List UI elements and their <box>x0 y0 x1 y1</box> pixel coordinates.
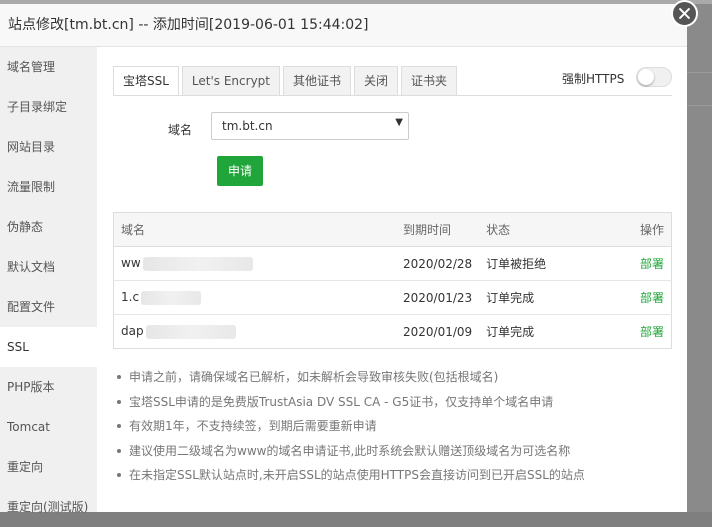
table-row: dap 2020/01/09 订单完成 部署 <box>114 315 672 349</box>
cert-table: 域名 到期时间 状态 操作 ww 2020/02/28 订单被拒绝 部署 1.c… <box>113 212 672 349</box>
table-header-row: 域名 到期时间 状态 操作 <box>113 212 672 247</box>
domain-text: dap <box>121 324 144 339</box>
row-domain: 1.c <box>113 280 396 315</box>
sidebar: 域名管理 子目录绑定 网站目录 流量限制 伪静态 默认文档 配置文件 SSL P… <box>0 47 97 514</box>
sidebar-item-site-dir[interactable]: 网站目录 <box>0 127 97 167</box>
sidebar-item-traffic-limit[interactable]: 流量限制 <box>0 167 97 207</box>
bullet-icon <box>117 399 121 404</box>
row-status: 订单完成 <box>486 325 535 339</box>
sidebar-item-redirect-beta[interactable]: 重定向(测试版) <box>0 487 97 527</box>
tip-text: 宝塔SSL申请的是免费版TrustAsia DV SSL CA - G5证书，仅… <box>129 394 554 409</box>
row-status: 订单完成 <box>479 280 606 315</box>
domain-text: ww <box>121 256 141 271</box>
sidebar-item-config-file[interactable]: 配置文件 <box>0 287 97 327</box>
redacted-blur <box>142 256 253 271</box>
row-action: 部署 <box>605 280 672 315</box>
sidebar-item-ssl[interactable]: SSL <box>0 327 97 367</box>
tab-other-cert[interactable]: 其他证书 <box>283 66 352 95</box>
bullet-icon <box>117 375 121 379</box>
tab-divider <box>113 95 672 96</box>
header-domain: 域名 <box>113 212 396 247</box>
ssl-panel: 宝塔SSL Let's Encrypt 其他证书 关闭 证书夹 强制HTTPS … <box>97 47 687 512</box>
sidebar-item-tomcat[interactable]: Tomcat <box>0 407 97 447</box>
bullet-icon <box>117 448 121 453</box>
sidebar-item-subdir-bind[interactable]: 子目录绑定 <box>0 87 97 127</box>
tip-item: 在未指定SSL默认站点时,未开启SSL的站点使用HTTPS会直接访问到已开启SS… <box>117 463 585 488</box>
bullet-icon <box>117 473 121 477</box>
deploy-link[interactable]: 部署 <box>640 291 664 305</box>
sidebar-item-php-version[interactable]: PHP版本 <box>0 367 97 407</box>
close-icon[interactable] <box>671 0 698 27</box>
domain-text: 1.c <box>121 290 140 305</box>
bullet-icon <box>117 424 121 428</box>
dialog-title: 站点修改[tm.bt.cn] -- 添加时间[2019-06-01 15:44:… <box>0 4 687 47</box>
table-row: ww 2020/02/28 订单被拒绝 部署 <box>113 246 672 281</box>
site-edit-dialog: 站点修改[tm.bt.cn] -- 添加时间[2019-06-01 15:44:… <box>0 4 687 514</box>
tip-text: 有效期1年，不支持续签，到期后需要重新申请 <box>129 419 377 433</box>
header-expire: 到期时间 <box>396 212 480 247</box>
header-status: 状态 <box>479 212 606 247</box>
tip-text: 建议使用二级域名为www的域名申请证书,此时系统会默认赠送顶级域名为可选名称 <box>129 443 571 458</box>
row-action: 部署 <box>606 315 672 349</box>
row-domain: ww <box>113 246 396 281</box>
domain-label: 域名 <box>168 123 193 137</box>
tab-bt-ssl[interactable]: 宝塔SSL <box>113 66 179 96</box>
tip-text: 申请之前，请确保域名已解析，如未解析会导致审核失败(包括根域名) <box>129 370 499 384</box>
header-action: 操作 <box>605 212 672 247</box>
domain-select-value: tm.bt.cn <box>222 119 273 133</box>
tab-lets-encrypt[interactable]: Let's Encrypt <box>181 66 280 95</box>
tips-list: 申请之前，请确保域名已解析，如未解析会导致审核失败(包括根域名) 宝塔SSL申请… <box>115 365 585 488</box>
row-action: 部署 <box>605 246 672 281</box>
redacted-blur <box>141 290 202 305</box>
tip-item: 建议使用二级域名为www的域名申请证书,此时系统会默认赠送顶级域名为可选名称 <box>117 439 585 464</box>
row-status: 订单被拒绝 <box>479 246 606 281</box>
sidebar-item-domain-manage[interactable]: 域名管理 <box>0 47 97 87</box>
force-https-toggle[interactable] <box>636 67 672 87</box>
deploy-link[interactable]: 部署 <box>640 257 664 271</box>
row-expire: 2020/01/09 <box>403 324 473 339</box>
tip-item: 有效期1年，不支持续签，到期后需要重新申请 <box>117 414 585 439</box>
tip-item: 宝塔SSL申请的是免费版TrustAsia DV SSL CA - G5证书，仅… <box>117 390 585 415</box>
sidebar-item-default-doc[interactable]: 默认文档 <box>0 247 97 287</box>
tab-close[interactable]: 关闭 <box>354 66 399 95</box>
apply-button[interactable]: 申请 <box>217 156 263 186</box>
table-row: 1.c 2020/01/23 订单完成 部署 <box>113 280 672 315</box>
sidebar-item-rewrite[interactable]: 伪静态 <box>0 207 97 247</box>
tip-text: 在未指定SSL默认站点时,未开启SSL的站点使用HTTPS会直接访问到已开启SS… <box>129 468 585 482</box>
tab-cert-folder[interactable]: 证书夹 <box>401 66 458 95</box>
tip-item: 申请之前，请确保域名已解析，如未解析会导致审核失败(包括根域名) <box>117 365 585 390</box>
toggle-knob <box>638 69 654 85</box>
row-expire: 2020/02/28 <box>396 246 480 281</box>
ssl-tabs: 宝塔SSL Let's Encrypt 其他证书 关闭 证书夹 <box>113 66 460 96</box>
row-domain: dap <box>114 315 397 349</box>
sidebar-item-redirect[interactable]: 重定向 <box>0 447 97 487</box>
deploy-link[interactable]: 部署 <box>640 325 664 339</box>
background-page <box>687 4 712 512</box>
force-https-label: 强制HTTPS <box>562 72 625 86</box>
redacted-blur <box>145 324 236 339</box>
chevron-down-icon: ▼ <box>395 117 403 128</box>
domain-select[interactable]: tm.bt.cn ▼ <box>211 112 409 140</box>
row-expire: 2020/01/23 <box>396 280 480 315</box>
